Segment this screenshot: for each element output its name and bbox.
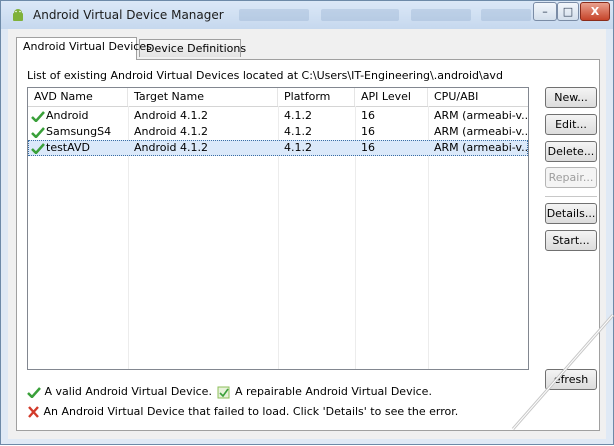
api-level-cell: 16 <box>361 109 375 122</box>
column-header-target-name[interactable]: Target Name <box>128 88 278 106</box>
avd-name-cell: testAVD <box>28 140 128 156</box>
maximize-button[interactable]: □ <box>557 2 579 21</box>
platform-cell: 4.1.2 <box>284 125 312 138</box>
avd-table[interactable]: AVD Name Target Name Platform API Level … <box>27 87 529 370</box>
start-button[interactable]: Start... <box>545 230 597 251</box>
edit-button[interactable]: Edit... <box>545 114 597 135</box>
column-header-avd-name[interactable]: AVD Name <box>28 88 128 106</box>
platform-cell: 4.1.2 <box>284 141 312 154</box>
avd-name: testAVD <box>46 141 90 154</box>
details-button[interactable]: Details... <box>545 203 597 224</box>
new-button[interactable]: New... <box>545 87 597 108</box>
legend-valid-and-repairable: A valid Android Virtual Device. A repair… <box>27 385 432 399</box>
green-check-icon <box>31 126 45 138</box>
tab-label: Device Definitions <box>146 42 247 55</box>
tab-android-virtual-devices[interactable]: Android Virtual Devices <box>16 37 152 60</box>
table-row[interactable]: Android Android 4.1.2 4.1.2 16 ARM (arme… <box>28 108 528 124</box>
avd-name: Android <box>46 109 89 122</box>
refresh-button[interactable]: efresh <box>545 369 597 390</box>
column-header-platform[interactable]: Platform <box>278 88 355 106</box>
background-taskbar-ghost <box>321 9 399 21</box>
column-header-api-level[interactable]: API Level <box>355 88 428 106</box>
avd-manager-window: Android Virtual Device Manager – □ X And… <box>0 0 614 445</box>
table-row-selected[interactable]: testAVD Android 4.1.2 4.1.2 16 ARM (arme… <box>28 140 528 156</box>
red-x-icon <box>28 406 39 418</box>
background-taskbar-ghost <box>411 9 471 21</box>
legend-failed: An Android Virtual Device that failed to… <box>27 405 458 418</box>
legend-valid-text: A valid Android Virtual Device. <box>44 385 212 398</box>
green-check-icon <box>31 110 45 122</box>
target-cell: Android 4.1.2 <box>134 141 209 154</box>
avd-name-cell: Android <box>28 108 128 124</box>
api-level-cell: 16 <box>361 141 375 154</box>
tab-label: Android Virtual Devices <box>23 40 152 53</box>
button-separator <box>545 196 597 197</box>
cpu-abi-cell: ARM (armeabi-v... <box>434 125 528 138</box>
background-taskbar-ghost <box>481 9 531 21</box>
delete-button[interactable]: Delete... <box>545 141 597 162</box>
maximize-icon: □ <box>562 5 574 18</box>
target-cell: Android 4.1.2 <box>134 125 209 138</box>
repair-icon <box>217 386 230 398</box>
column-header-cpu-abi[interactable]: CPU/ABI <box>428 88 528 106</box>
green-check-icon <box>27 386 41 399</box>
target-cell: Android 4.1.2 <box>134 109 209 122</box>
legend-failed-text: An Android Virtual Device that failed to… <box>43 405 459 418</box>
close-icon: X <box>590 5 600 18</box>
tab-device-definitions[interactable]: Device Definitions <box>139 39 246 57</box>
background-taskbar-ghost <box>239 9 309 21</box>
close-button[interactable]: X <box>580 2 610 21</box>
table-row[interactable]: SamsungS4 Android 4.1.2 4.1.2 16 ARM (ar… <box>28 124 528 140</box>
avd-location-label: List of existing Android Virtual Devices… <box>27 69 503 82</box>
minimize-icon: – <box>542 5 548 18</box>
window-title: Android Virtual Device Manager <box>33 8 224 22</box>
dialog-client-area: Android Virtual Devices Device Definitio… <box>8 29 606 439</box>
android-icon <box>13 9 23 21</box>
green-check-icon <box>31 142 45 154</box>
repair-button[interactable]: Repair... <box>545 167 597 188</box>
title-bar[interactable]: Android Virtual Device Manager – □ X <box>1 1 613 29</box>
minimize-button[interactable]: – <box>533 2 557 21</box>
legend-repairable-text: A repairable Android Virtual Device. <box>234 385 432 398</box>
cpu-abi-cell: ARM (armeabi-v... <box>434 141 528 154</box>
api-level-cell: 16 <box>361 125 375 138</box>
platform-cell: 4.1.2 <box>284 109 312 122</box>
cpu-abi-cell: ARM (armeabi-v... <box>434 109 528 122</box>
table-header: AVD Name Target Name Platform API Level … <box>28 88 528 107</box>
avd-name-cell: SamsungS4 <box>28 124 128 140</box>
avd-name: SamsungS4 <box>46 125 112 138</box>
avd-panel: List of existing Android Virtual Devices… <box>16 59 600 431</box>
